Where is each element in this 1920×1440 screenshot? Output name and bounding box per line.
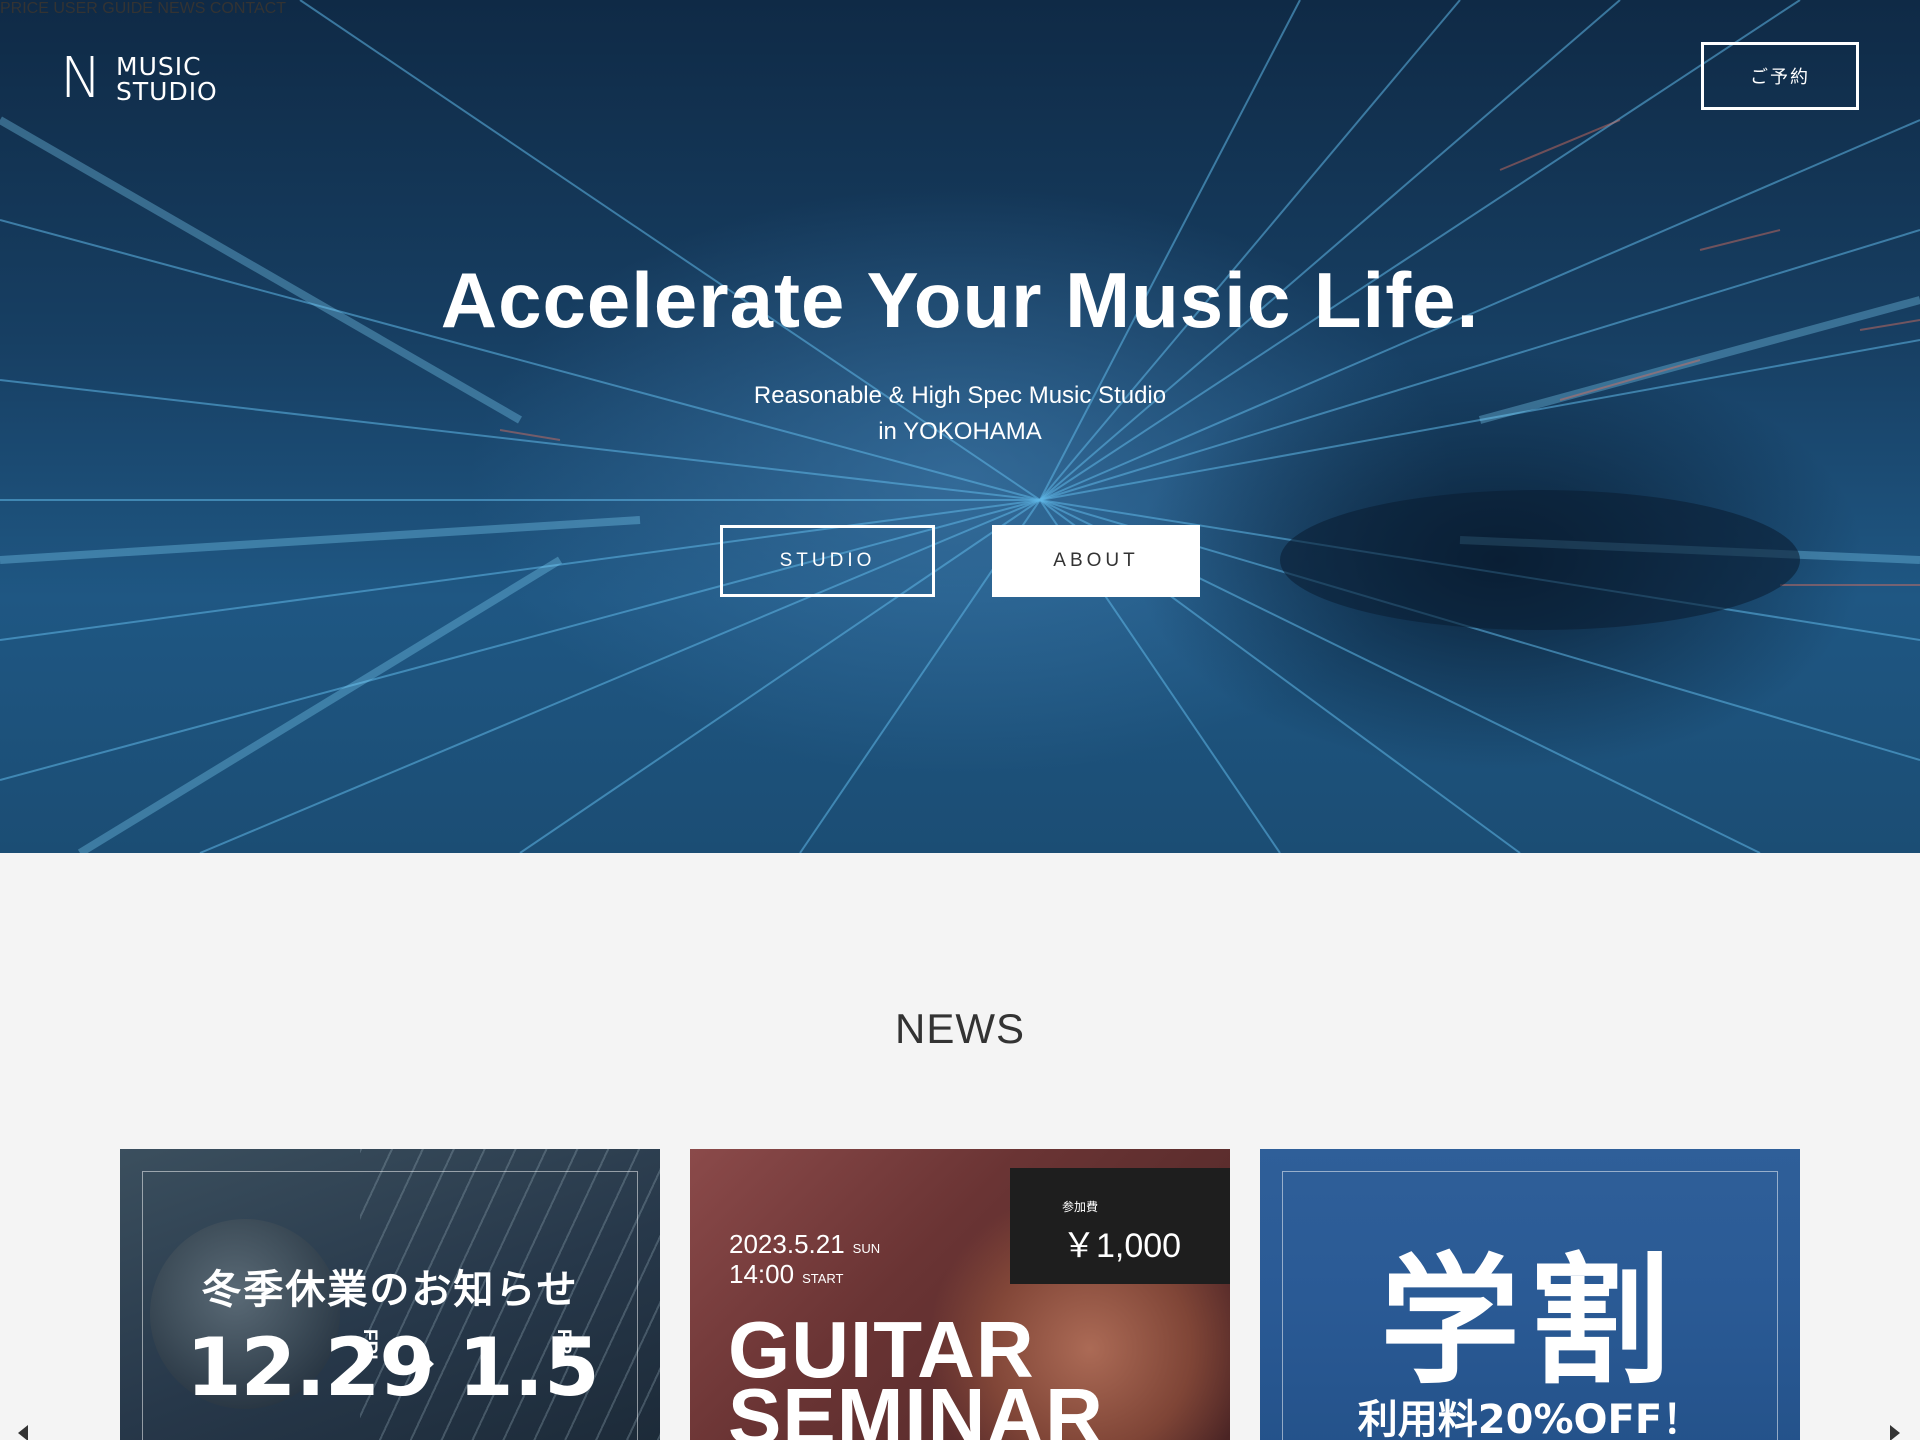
arrow-right-icon [422,1353,434,1375]
fee-label: 参加費 [1062,1200,1099,1214]
discount-title: 学割 [1379,1241,1680,1404]
logo-text-studio: STUDIO [116,77,218,106]
fee-box: 参加費 ￥1,000 [1010,1168,1230,1284]
weekday-to: FRI [553,1329,574,1360]
logo-letter: N [60,46,102,111]
news-card-student-discount[interactable]: 学割 利用料20%OFF！ [1260,1149,1800,1440]
date-from: 12.29 [186,1321,435,1414]
event-time: 14:00 START [729,1259,844,1290]
hero-subtitle-line2: in YOKOHAMA [878,418,1042,445]
slider-next-icon[interactable] [1890,1425,1900,1440]
slider-prev-icon[interactable] [18,1425,28,1440]
news-section-title: NEWS [895,1005,1025,1052]
news-card-winter-holiday[interactable]: 冬季休業のお知らせ 12.29 FRI 1.5 FRI [120,1149,660,1440]
about-button[interactable]: ABOUT [992,525,1200,597]
event-date: 2023.5.21 SUN [729,1229,880,1260]
weekday-from: FRI [359,1329,380,1360]
news-card-guitar-seminar[interactable]: 参加費 ￥1,000 2023.5.21 SUN 14:00 START GUITA… [690,1149,1230,1440]
site-logo[interactable]: N MUSIC STUDIO [60,46,240,111]
event-time-value: 14:00 [729,1259,795,1289]
reserve-button[interactable]: ご予約 [1701,42,1859,110]
studio-button[interactable]: STUDIO [720,525,935,597]
hero-section: N MUSIC STUDIO PRICE USER GUIDE NEWS CON… [0,0,1920,853]
hero-headline: Accelerate Your Music Life. [440,256,1480,344]
card-title: 冬季休業のお知らせ [201,1267,579,1313]
event-time-suffix: START [802,1271,844,1286]
event-date-value: 2023.5.21 [729,1229,845,1259]
logo-text-music: MUSIC [116,52,202,81]
date-to: 1.5 [458,1321,600,1414]
event-weekday: SUN [852,1241,881,1256]
discount-subtitle: 利用料20%OFF！ [1357,1397,1703,1440]
fee-value: ￥1,000 [1062,1227,1182,1265]
hero-subtitle-line1: Reasonable & High Spec Music Studio [753,382,1167,409]
seminar-title-line2: SEMINAR [728,1372,1104,1440]
